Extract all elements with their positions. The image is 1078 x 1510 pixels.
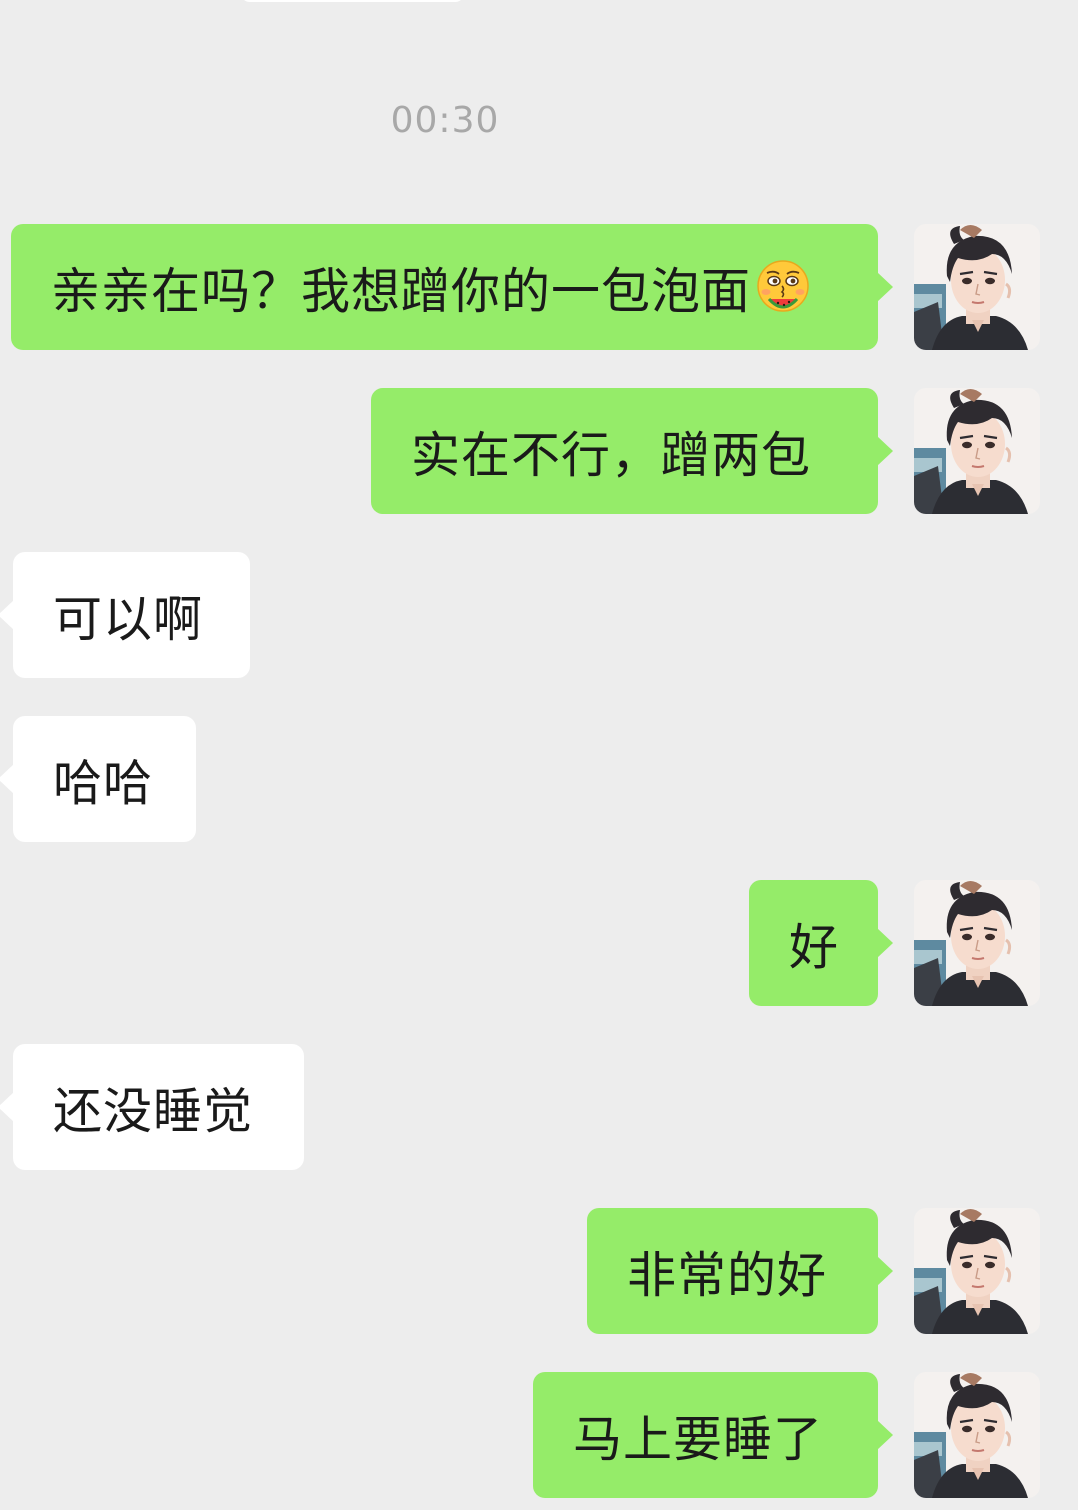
- anime-man-avatar-icon: [914, 224, 1040, 350]
- anime-man-avatar-icon: [914, 388, 1040, 514]
- outgoing-message-bubble[interactable]: 马上要睡了: [533, 1372, 893, 1498]
- outgoing-message-bubble[interactable]: 亲亲在吗？我想蹭你的一包泡面: [11, 224, 893, 350]
- message-text: 可以啊: [53, 590, 204, 648]
- avatar[interactable]: [914, 1372, 1040, 1498]
- outgoing-message-bubble[interactable]: 实在不行，蹭两包: [371, 388, 893, 514]
- outgoing-message-bubble[interactable]: 好: [749, 880, 893, 1006]
- anime-man-avatar-icon: [914, 880, 1040, 1006]
- message-text: 好: [789, 918, 840, 976]
- message-text: 哈哈: [53, 754, 154, 812]
- avatar[interactable]: [914, 1208, 1040, 1334]
- previous-message-fragment: [240, 0, 465, 2]
- incoming-message-bubble[interactable]: 哈哈: [0, 716, 196, 842]
- avatar[interactable]: [914, 388, 1040, 514]
- message-timestamp: 00:30: [390, 100, 500, 141]
- message-text: 马上要睡了: [573, 1410, 824, 1468]
- smiling-face-eating-watermelon-icon: [755, 259, 811, 315]
- anime-man-avatar-icon: [914, 1372, 1040, 1498]
- outgoing-message-bubble[interactable]: 非常的好: [587, 1208, 893, 1334]
- message-text: 亲亲在吗？我想蹭你的一包泡面: [51, 262, 752, 320]
- avatar[interactable]: [914, 880, 1040, 1006]
- avatar[interactable]: [914, 224, 1040, 350]
- message-text: 实在不行，蹭两包: [411, 426, 812, 484]
- incoming-message-bubble[interactable]: 可以啊: [0, 552, 250, 678]
- anime-man-avatar-icon: [914, 1208, 1040, 1334]
- incoming-message-bubble[interactable]: 还没睡觉: [0, 1044, 304, 1170]
- message-text: 还没睡觉: [53, 1082, 254, 1140]
- message-text: 非常的好: [627, 1246, 828, 1304]
